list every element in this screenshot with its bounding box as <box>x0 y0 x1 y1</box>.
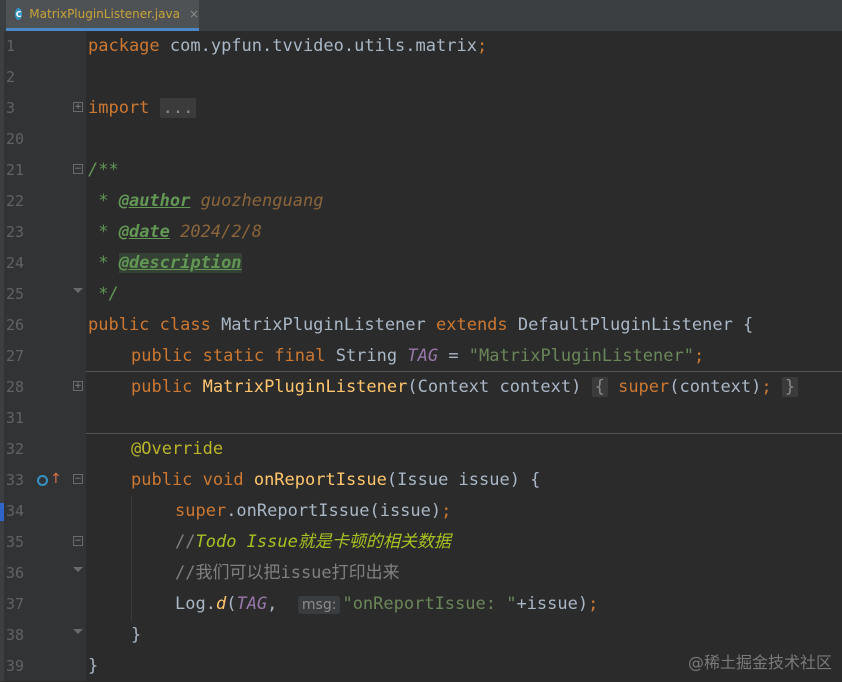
override-method-icon[interactable] <box>37 475 48 486</box>
fold-end-icon[interactable] <box>73 567 83 577</box>
watermark: @稀土掘金技术社区 <box>687 653 832 672</box>
folded-region[interactable]: ... <box>159 98 197 118</box>
code-line: 36 //我们可以把issue打印出来 <box>0 558 842 589</box>
java-class-icon: C <box>15 8 23 20</box>
code-line: 2 <box>0 62 842 93</box>
fold-expand-icon[interactable]: + <box>73 381 83 391</box>
fold-collapse-icon[interactable]: − <box>73 474 83 484</box>
line-number: 37 <box>6 595 25 613</box>
code-line: 25 */ <box>0 279 842 310</box>
line-code[interactable]: package com.ypfun.tvvideo.utils.matrix; <box>88 36 487 57</box>
code-line: 38 } <box>0 620 842 651</box>
file-tab[interactable]: C MatrixPluginListener.java × <box>6 0 199 31</box>
line-number: 2 <box>6 68 16 86</box>
line-number: 32 <box>6 440 25 458</box>
fold-expand-icon[interactable]: + <box>73 102 83 112</box>
line-code[interactable]: @Override <box>131 439 223 460</box>
line-code[interactable]: /** <box>88 160 119 181</box>
line-number: 22 <box>6 192 25 210</box>
code-line: 34 super.onReportIssue(issue); <box>0 496 842 527</box>
line-number: 21 <box>6 161 25 179</box>
line-number: 3 <box>6 99 16 117</box>
fold-end-icon[interactable] <box>73 288 83 298</box>
parameter-hint: msg: <box>297 596 341 614</box>
fold-end-icon[interactable] <box>73 629 83 639</box>
fold-collapse-icon[interactable]: − <box>73 536 83 546</box>
line-code[interactable]: public class MatrixPluginListener extend… <box>88 315 753 336</box>
line-code[interactable]: //我们可以把issue打印出来 <box>175 563 400 584</box>
line-code[interactable]: } <box>88 656 98 677</box>
line-number: 36 <box>6 564 25 582</box>
line-code[interactable]: } <box>131 625 141 646</box>
line-number: 35 <box>6 533 25 551</box>
code-line: 1 package com.ypfun.tvvideo.utils.matrix… <box>0 31 842 62</box>
code-line: 31 <box>0 403 842 434</box>
line-number: 34 <box>6 502 25 520</box>
line-number: 26 <box>6 316 25 334</box>
line-number: 24 <box>6 254 25 272</box>
line-number: 27 <box>6 347 25 365</box>
line-number: 25 <box>6 285 25 303</box>
file-tab-label: MatrixPluginListener.java <box>29 7 180 21</box>
arrow-up-icon[interactable]: ↑ <box>50 472 62 486</box>
code-line: 23 * @date 2024/2/8 <box>0 217 842 248</box>
line-code[interactable]: * @author guozhenguang <box>88 191 323 212</box>
editor-tab-bar: C MatrixPluginListener.java × <box>0 0 842 32</box>
line-number: 20 <box>6 130 25 148</box>
line-code[interactable]: super.onReportIssue(issue); <box>175 501 451 522</box>
line-code[interactable]: import ... <box>88 98 197 119</box>
code-line: 26 public class MatrixPluginListener ext… <box>0 310 842 341</box>
line-code[interactable]: public static final String TAG = "Matrix… <box>131 346 704 367</box>
close-icon[interactable]: × <box>189 7 199 21</box>
line-code[interactable]: //Todo Issue就是卡顿的相关数据 <box>175 532 451 553</box>
fold-collapse-icon[interactable]: − <box>73 164 83 174</box>
code-line: 33 ↑ − public void onReportIssue(Issue i… <box>0 465 842 496</box>
line-code[interactable]: Log.d(TAG, msg: "onReportIssue: "+issue); <box>175 594 598 616</box>
line-code[interactable]: */ <box>88 284 118 305</box>
line-number: 38 <box>6 626 25 644</box>
line-code[interactable]: public void onReportIssue(Issue issue) { <box>131 470 540 491</box>
line-code[interactable]: * @date 2024/2/8 <box>88 222 262 243</box>
code-line: 35 − //Todo Issue就是卡顿的相关数据 <box>0 527 842 558</box>
line-number: 39 <box>6 657 25 675</box>
line-number: 28 <box>6 378 25 396</box>
code-line: 37 Log.d(TAG, msg: "onReportIssue: "+issu… <box>0 589 842 620</box>
code-line: 27 public static final String TAG = "Mat… <box>0 341 842 372</box>
line-code[interactable]: * @description <box>88 253 242 274</box>
code-line: 32 @Override <box>0 434 842 465</box>
line-number: 33 <box>6 471 25 489</box>
code-line: 28 + public MatrixPluginListener(Context… <box>0 372 842 403</box>
line-number: 1 <box>6 37 16 55</box>
line-number: 31 <box>6 409 25 427</box>
code-line: 20 <box>0 124 842 155</box>
code-line: 3 + import ... <box>0 93 842 124</box>
line-number: 23 <box>6 223 25 241</box>
code-line: 24 * @description <box>0 248 842 279</box>
code-line: 22 * @author guozhenguang <box>0 186 842 217</box>
line-code[interactable]: public MatrixPluginListener(Context cont… <box>131 377 799 398</box>
code-line: 21 − /** <box>0 155 842 186</box>
